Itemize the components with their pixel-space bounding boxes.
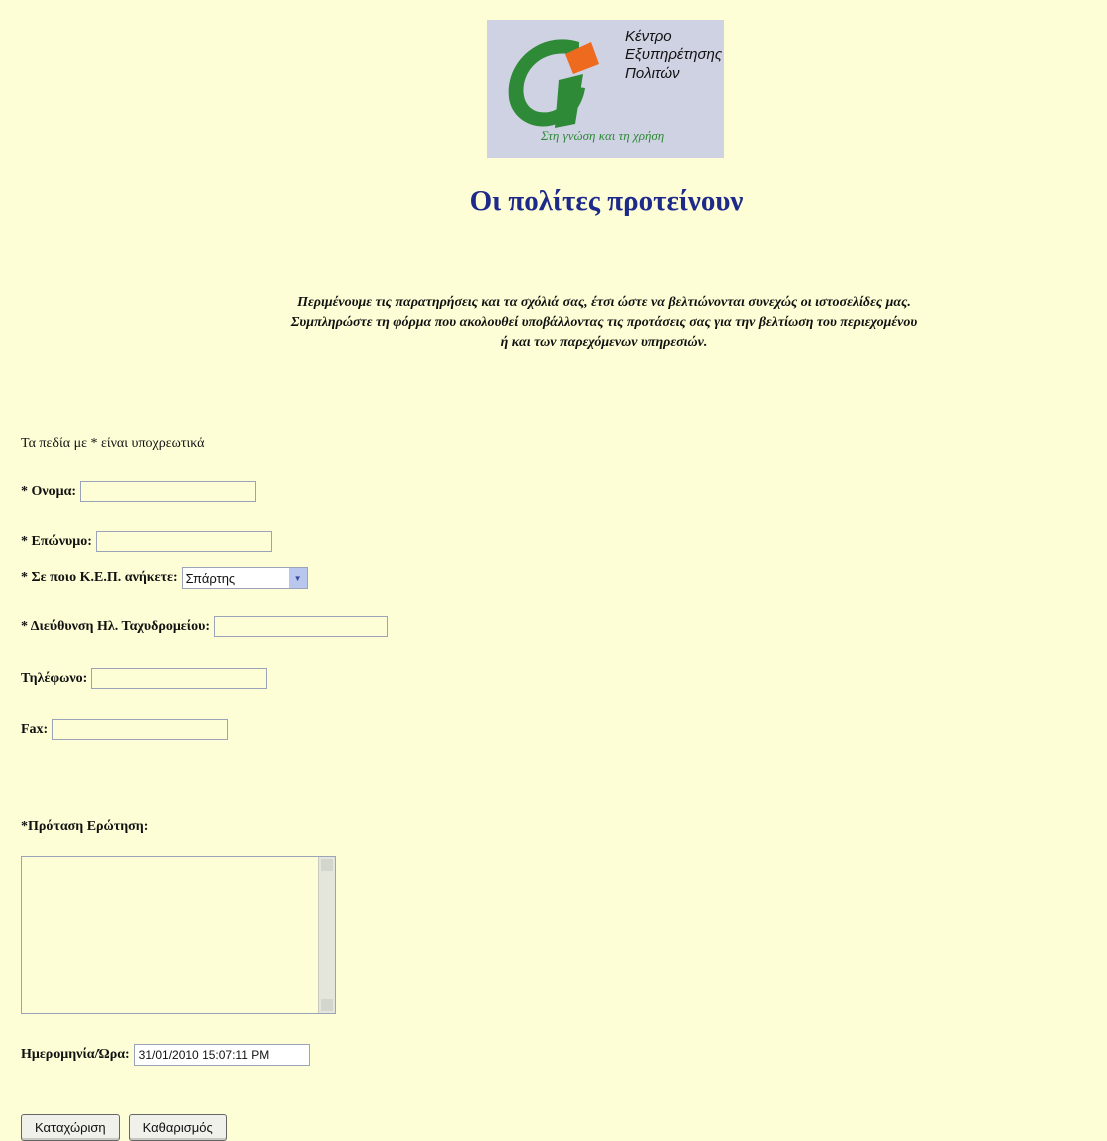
email-label: * Διεύθυνση Ηλ. Ταχυδρομείου: xyxy=(21,618,211,634)
kep-select[interactable]: Σπάρτης ▼ xyxy=(181,567,308,589)
kep-selected-value: Σπάρτης xyxy=(185,570,236,586)
kep-row: * Σε ποιο Κ.Ε.Π. ανήκετε: Σπάρτης ▼ xyxy=(21,567,308,589)
page-title-wrap: Οι πολίτες προτείνουν xyxy=(0,185,1107,218)
email-input[interactable] xyxy=(214,616,389,637)
phone-label: Τηλέφωνο: xyxy=(21,670,88,686)
logo-slogan: Στη γνώση και τη χρήση xyxy=(541,128,665,143)
first-name-row: * Ονομα: xyxy=(21,481,257,502)
phone-row: Τηλέφωνο: xyxy=(21,668,268,689)
logo-line-3: Πολιτών xyxy=(625,65,680,82)
last-name-label: * Επώνυμο: xyxy=(21,533,92,549)
datetime-label: Ημερομηνία/Ώρα: xyxy=(21,1047,130,1062)
last-name-row: * Επώνυμο: xyxy=(21,531,272,552)
required-fields-note: Τα πεδία με * είναι υποχρεωτικά xyxy=(21,436,205,451)
submit-button[interactable]: Καταχώριση xyxy=(21,1114,120,1141)
proposal-textarea[interactable] xyxy=(21,856,336,1014)
scroll-up-icon[interactable] xyxy=(321,859,333,871)
form-buttons: Καταχώριση Καθαρισμός xyxy=(21,1114,227,1141)
kep-logo: Κέντρο Εξυπηρέτησης Πολιτών Στη γνώση κα… xyxy=(487,20,724,158)
textarea-scrollbar[interactable] xyxy=(318,857,335,1013)
first-name-label: * Ονομα: xyxy=(21,483,77,499)
kep-label: * Σε ποιο Κ.Ε.Π. ανήκετε: xyxy=(21,570,178,585)
fax-row: Fax: xyxy=(21,719,229,740)
scroll-down-icon[interactable] xyxy=(321,999,333,1011)
page-title: Οι πολίτες προτείνουν xyxy=(469,185,744,217)
fax-label: Fax: xyxy=(21,721,49,737)
phone-input[interactable] xyxy=(91,668,268,689)
email-row: * Διεύθυνση Ηλ. Ταχυδρομείου: xyxy=(21,616,389,637)
datetime-row: Ημερομηνία/Ώρα: 31/01/2010 15:07:11 PM xyxy=(21,1044,310,1066)
fax-input[interactable] xyxy=(52,719,229,740)
last-name-input[interactable] xyxy=(95,531,272,552)
first-name-input[interactable] xyxy=(80,481,257,502)
intro-line-3: ή και των παρεχόμενων υπηρεσιών. xyxy=(500,335,708,350)
proposal-label: *Πρόταση Ερώτηση: xyxy=(21,819,149,834)
intro-line-2: Συμπληρώστε τη φόρμα που ακολουθεί υποβά… xyxy=(290,315,918,330)
datetime-field[interactable]: 31/01/2010 15:07:11 PM xyxy=(133,1044,310,1066)
logo-line-1: Κέντρο xyxy=(625,28,672,45)
intro-line-1: Περιμένουμε τις παρατηρήσεις και τα σχόλ… xyxy=(297,295,911,310)
clear-button[interactable]: Καθαρισμός xyxy=(128,1114,227,1141)
logo-line-2: Εξυπηρέτησης xyxy=(625,46,723,63)
intro-text: Περιμένουμε τις παρατηρήσεις και τα σχόλ… xyxy=(120,293,1088,353)
dropdown-arrow-icon[interactable]: ▼ xyxy=(288,568,307,588)
